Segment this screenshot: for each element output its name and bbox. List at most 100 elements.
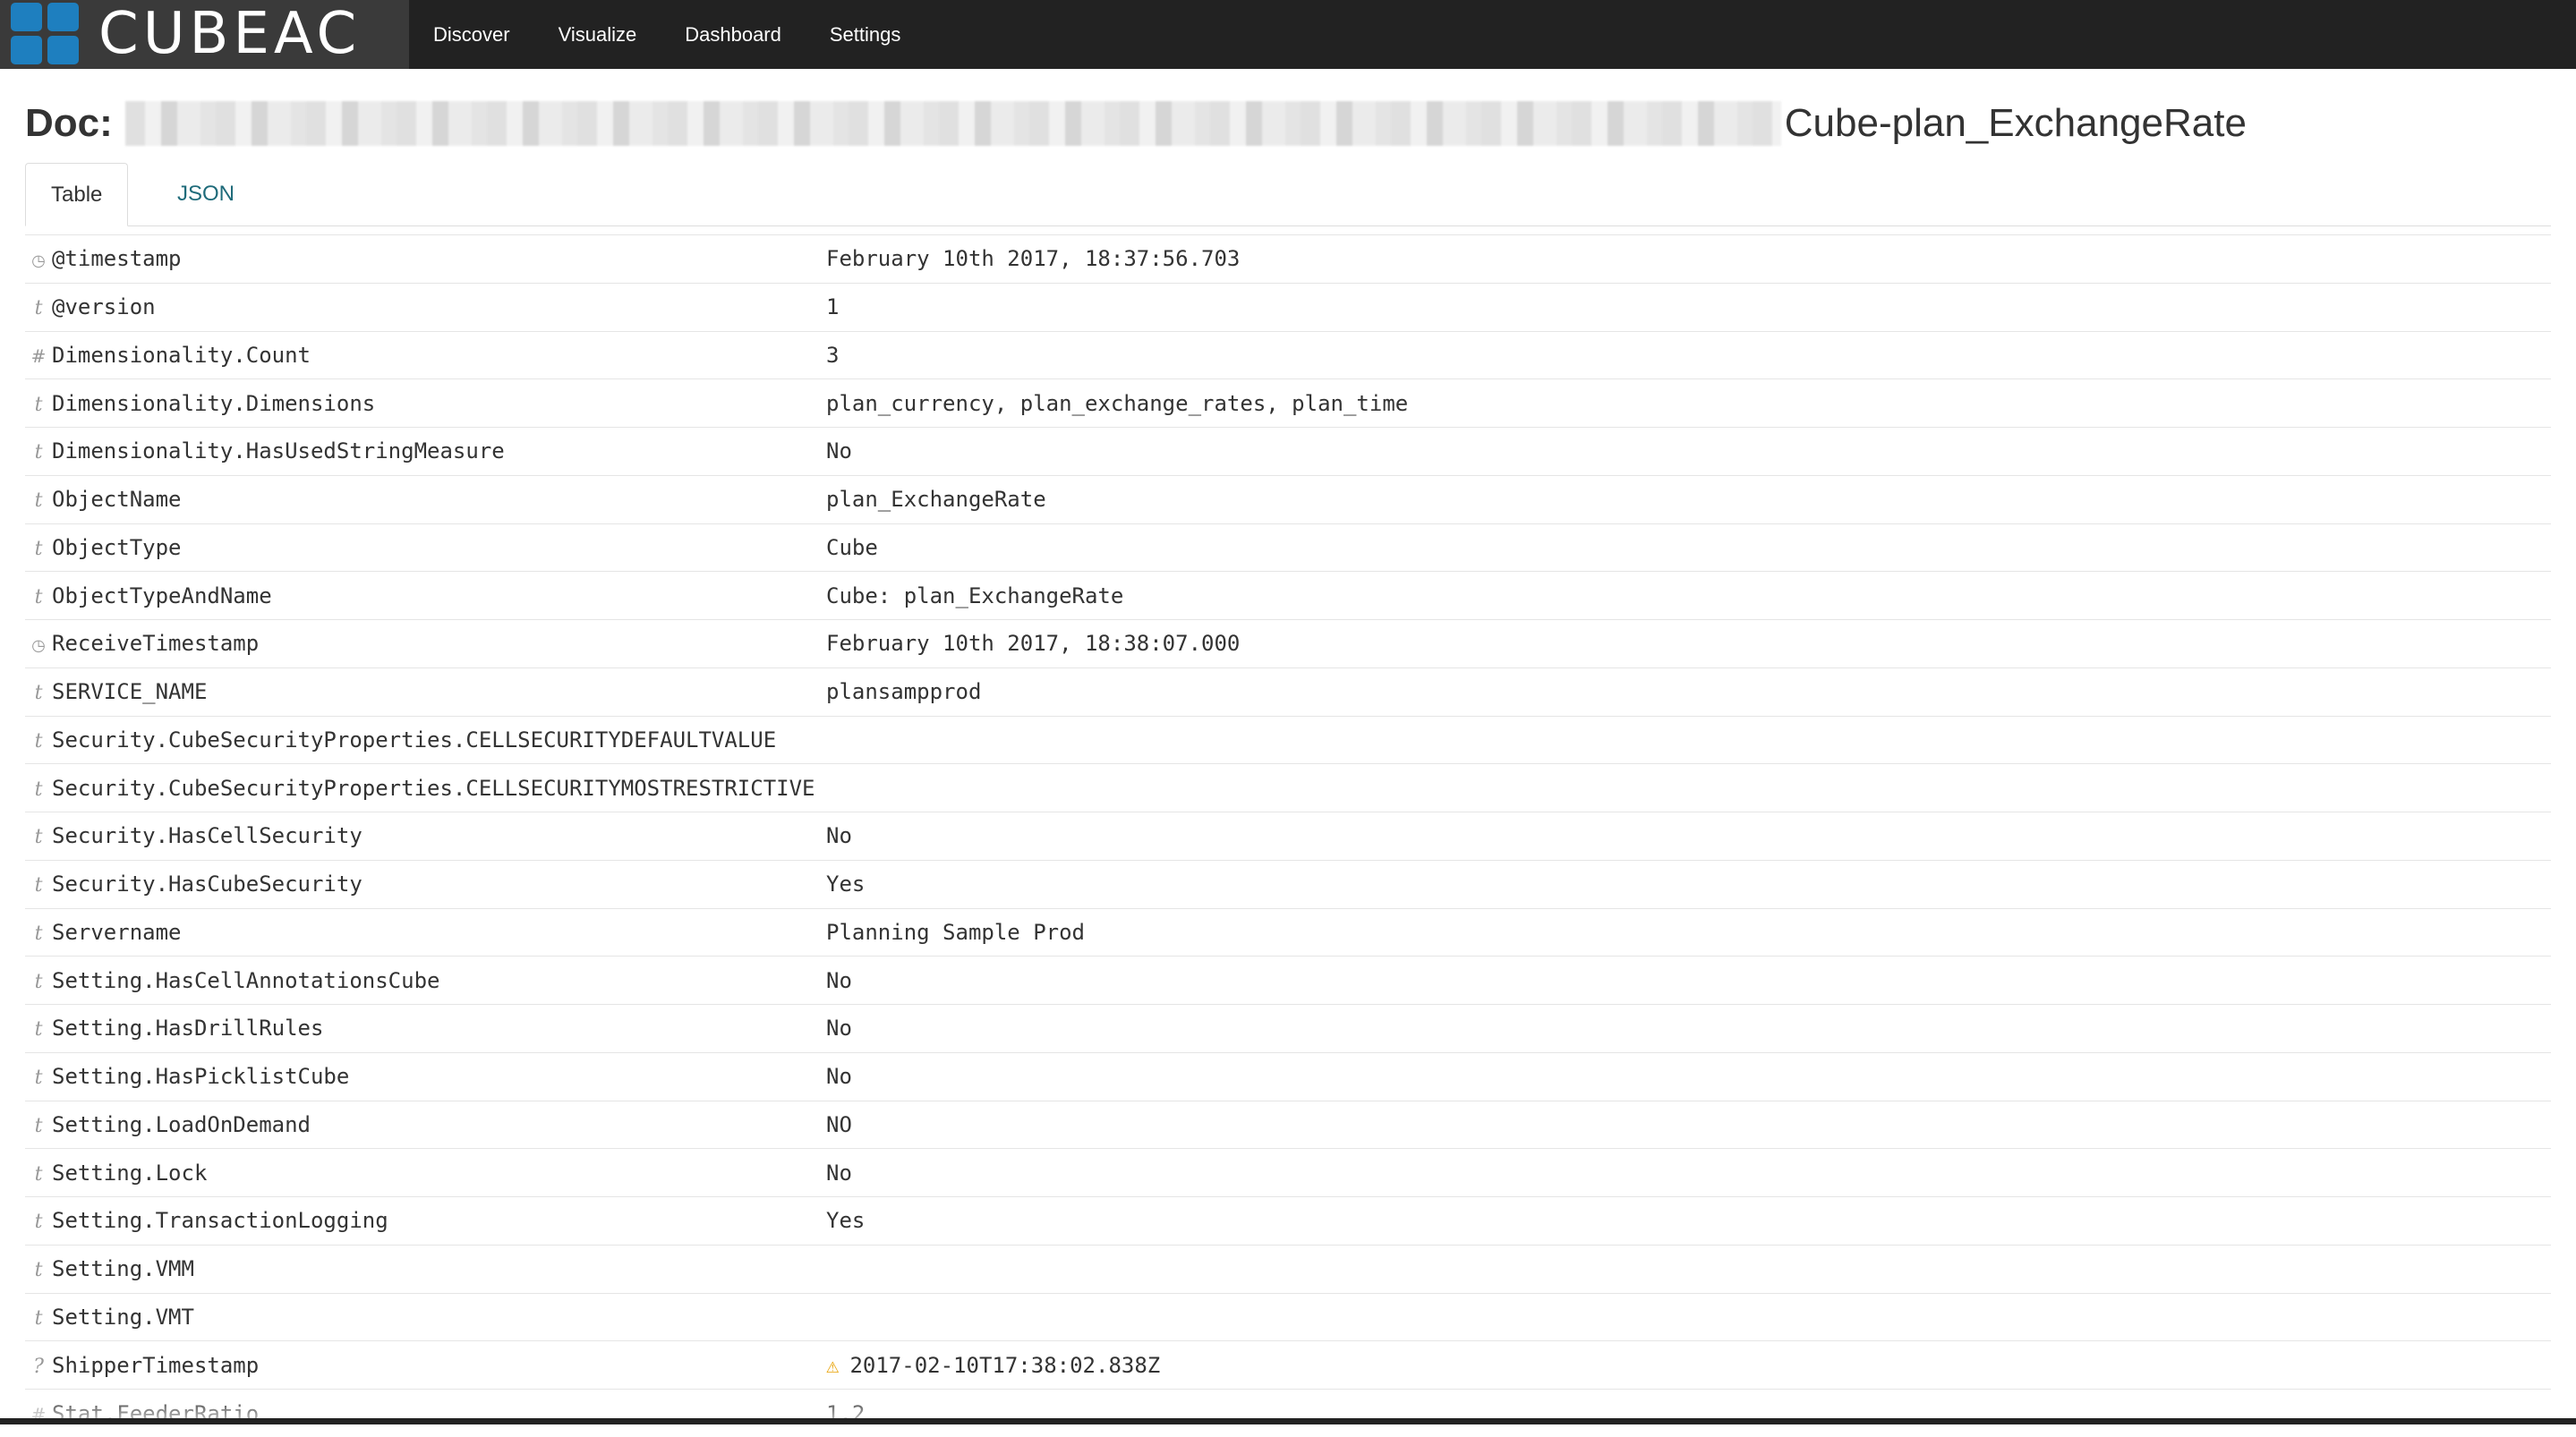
field-cell: tServername: [25, 908, 826, 957]
table-row: tServernamePlanning Sample Prod: [25, 908, 2551, 957]
field-cell: tSetting.LoadOnDemand: [25, 1101, 826, 1149]
table-row: tSetting.VMM: [25, 1245, 2551, 1293]
table-row: tSetting.HasPicklistCubeNo: [25, 1052, 2551, 1101]
field-value: February 10th 2017, 18:37:56.703: [826, 246, 1240, 271]
table-row: tObjectNameplan_ExchangeRate: [25, 475, 2551, 523]
string-type-icon: t: [25, 923, 52, 945]
table-row: t@version 1: [25, 283, 2551, 331]
brand-name: CUBEAC: [98, 4, 361, 64]
string-type-icon: t: [25, 441, 52, 463]
table-row: #Dimensionality.Count3: [25, 331, 2551, 379]
table-row: tSERVICE_NAMEplansampprod: [25, 667, 2551, 716]
string-type-icon: t: [25, 1307, 52, 1330]
table-row: ?ShipperTimestamp⚠2017-02-10T17:38:02.83…: [25, 1341, 2551, 1390]
field-value: No: [826, 1016, 852, 1041]
field-name: SERVICE_NAME: [52, 679, 207, 704]
field-name: Setting.VMT: [52, 1305, 194, 1330]
field-value: Yes: [826, 872, 865, 897]
value-cell: No: [826, 957, 2551, 1005]
field-name: Setting.HasDrillRules: [52, 1016, 323, 1041]
field-name: Setting.VMM: [52, 1256, 194, 1281]
field-cell: tSetting.TransactionLogging: [25, 1197, 826, 1246]
field-cell: tSecurity.HasCellSecurity: [25, 812, 826, 861]
value-cell: NO: [826, 1101, 2551, 1149]
doc-label: Doc:: [25, 98, 113, 149]
unknown-type-icon: ?: [25, 1356, 52, 1378]
string-type-icon: t: [25, 971, 52, 993]
field-value: plan_ExchangeRate: [826, 487, 1046, 512]
value-cell: Cube: [826, 523, 2551, 572]
field-cell: tDimensionality.Dimensions: [25, 379, 826, 428]
table-row: tSetting.HasDrillRulesNo: [25, 1005, 2551, 1053]
nav-settings[interactable]: Settings: [806, 0, 925, 69]
value-cell: Cube: plan_ExchangeRate: [826, 572, 2551, 620]
window-bottom-edge: [0, 1418, 2576, 1424]
warning-icon[interactable]: ⚠: [826, 1353, 839, 1378]
field-cell: tSecurity.CubeSecurityProperties.CELLSEC…: [25, 764, 826, 812]
field-cell: tSecurity.HasCubeSecurity: [25, 860, 826, 908]
tab-table[interactable]: Table: [25, 163, 128, 226]
string-type-icon: t: [25, 778, 52, 801]
clock-icon: ◷: [25, 251, 52, 270]
field-name: Setting.HasCellAnnotationsCube: [52, 968, 439, 993]
nav-discover[interactable]: Discover: [409, 0, 534, 69]
table-row: tSetting.VMT: [25, 1293, 2551, 1341]
value-cell: [826, 1293, 2551, 1341]
field-value: Yes: [826, 1208, 865, 1233]
field-value: No: [826, 1161, 852, 1186]
value-cell: [826, 764, 2551, 812]
field-cell: tSetting.HasDrillRules: [25, 1005, 826, 1053]
value-cell: [826, 716, 2551, 764]
page-title: Doc: Cube-plan_ExchangeRate: [25, 98, 2247, 149]
field-cell: tSERVICE_NAME: [25, 667, 826, 716]
string-type-icon: t: [25, 1259, 52, 1281]
doc-fields-table: ◷@timestampFebruary 10th 2017, 18:37:56.…: [25, 234, 2551, 1437]
field-name: Setting.TransactionLogging: [52, 1208, 388, 1233]
nav-dashboard[interactable]: Dashboard: [661, 0, 806, 69]
table-row: #Stat.FeederRatio1.2: [25, 1390, 2551, 1437]
field-cell: tSetting.HasCellAnnotationsCube: [25, 957, 826, 1005]
string-type-icon: t: [25, 1211, 52, 1233]
field-cell: tDimensionality.HasUsedStringMeasure: [25, 428, 826, 476]
field-value: 3: [826, 343, 839, 368]
tab-json[interactable]: JSON: [152, 163, 260, 225]
field-cell: #Stat.FeederRatio: [25, 1390, 826, 1437]
value-cell: [826, 1245, 2551, 1293]
field-name: Dimensionality.Count: [52, 343, 311, 368]
view-tabs: Table JSON: [25, 163, 2551, 226]
field-cell: ◷ReceiveTimestamp: [25, 620, 826, 668]
field-name: Security.CubeSecurityProperties.CELLSECU…: [52, 727, 776, 753]
table-row: tSecurity.HasCubeSecurityYes: [25, 860, 2551, 908]
field-name: ReceiveTimestamp: [52, 631, 259, 656]
field-name: Security.HasCubeSecurity: [52, 872, 363, 897]
table-row: tSetting.LockNo: [25, 1149, 2551, 1197]
doc-title-suffix: Cube-plan_ExchangeRate: [1785, 98, 2247, 149]
table-row: tObjectTypeAndNameCube: plan_ExchangeRat…: [25, 572, 2551, 620]
field-cell: tObjectType: [25, 523, 826, 572]
table-row: tDimensionality.Dimensionsplan_currency,…: [25, 379, 2551, 428]
value-cell: 1: [826, 283, 2551, 331]
value-cell: February 10th 2017, 18:38:07.000: [826, 620, 2551, 668]
table-row: tSetting.TransactionLoggingYes: [25, 1197, 2551, 1246]
field-value: February 10th 2017, 18:38:07.000: [826, 631, 1240, 656]
value-cell: plan_ExchangeRate: [826, 475, 2551, 523]
value-cell: Yes: [826, 860, 2551, 908]
string-type-icon: t: [25, 394, 52, 416]
table-row: tSecurity.CubeSecurityProperties.CELLSEC…: [25, 716, 2551, 764]
field-cell: ?ShipperTimestamp: [25, 1341, 826, 1390]
table-row: tSecurity.HasCellSecurityNo: [25, 812, 2551, 861]
field-name: Security.CubeSecurityProperties.CELLSECU…: [52, 776, 815, 801]
table-row: tObjectTypeCube: [25, 523, 2551, 572]
string-type-icon: t: [25, 297, 52, 319]
top-navbar: CUBEAC Discover Visualize Dashboard Sett…: [0, 0, 2576, 69]
field-cell: #Dimensionality.Count: [25, 331, 826, 379]
field-name: ShipperTimestamp: [52, 1353, 259, 1378]
clock-icon: ◷: [25, 636, 52, 655]
field-cell: tSecurity.CubeSecurityProperties.CELLSEC…: [25, 716, 826, 764]
field-name: @version: [52, 294, 156, 319]
field-value: No: [826, 438, 852, 463]
brand[interactable]: CUBEAC: [0, 0, 409, 69]
field-cell: ◷@timestamp: [25, 235, 826, 284]
field-name: Servername: [52, 920, 182, 945]
nav-visualize[interactable]: Visualize: [534, 0, 661, 69]
